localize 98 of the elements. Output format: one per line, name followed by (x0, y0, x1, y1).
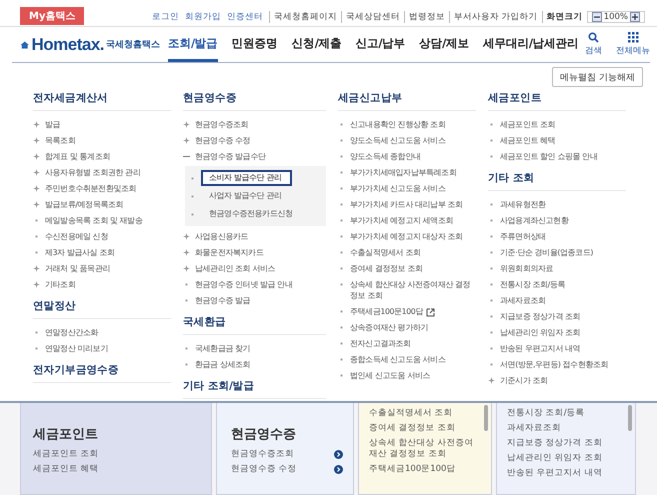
bullet-icon (488, 312, 495, 320)
bullet-icon (183, 344, 190, 352)
nav-tab[interactable]: 조회/발급 (168, 27, 218, 62)
section-title: 기타 조회/발급 (183, 377, 326, 399)
card-link[interactable]: 현금영수증조회 (231, 449, 294, 460)
bullet-icon (33, 248, 40, 256)
bullet-icon (338, 136, 345, 144)
bullet-icon (183, 280, 190, 288)
card-link[interactable]: 과세자료조회 (507, 423, 561, 434)
bullet-icon (189, 174, 196, 182)
nav-tab[interactable]: 신청/제출 (292, 27, 342, 62)
card-title: 세금포인트 (33, 426, 99, 443)
bullet-icon (33, 232, 40, 240)
section-title: 기타 조회 (488, 169, 626, 191)
bullet-icon (33, 216, 40, 224)
my-hometax-tab[interactable]: My홈택스 (20, 7, 84, 25)
card-link[interactable]: 증여세 결정정보 조회 (369, 423, 456, 434)
bullet-icon (338, 216, 345, 224)
bullet-icon (488, 120, 495, 128)
bullet-icon (488, 280, 495, 288)
card-link[interactable]: 지급보증 정상가격 조회 (507, 438, 602, 449)
section-title: 전자세금계산서 (33, 89, 171, 111)
account-link[interactable]: 로그인 (152, 11, 179, 23)
bullet-icon (488, 264, 495, 272)
logo-name: 국세청홈택스 (106, 39, 160, 51)
bullet-icon (488, 232, 495, 240)
zoom-out-button[interactable] (592, 12, 602, 22)
section-title: 국세환급 (183, 313, 326, 335)
bullet-icon (338, 120, 345, 128)
site-link[interactable]: 부서사용자 가입하기 (448, 11, 542, 23)
bullet-icon (488, 344, 495, 352)
bullet-icon (338, 264, 345, 272)
card-link[interactable]: 현금영수증 수정 (231, 464, 297, 475)
bullet-icon (338, 340, 345, 346)
external-link-icon (426, 308, 435, 316)
zoom-label: 화면크기 (542, 11, 587, 23)
bullet-icon (189, 192, 196, 200)
bullet-icon (338, 308, 345, 314)
card-link[interactable]: 주택세금100문100답 (369, 464, 456, 475)
section-title: 전자기부금영수증 (33, 361, 171, 383)
bullet-icon (488, 248, 495, 256)
card-title: 현금영수증 (231, 426, 297, 443)
section-title: 현금영수증 (183, 89, 326, 111)
logo-wordmark: Hometax. (31, 34, 104, 54)
card-link[interactable]: 수출실적명세서 조회 (369, 408, 453, 419)
bullet-icon (338, 152, 345, 160)
bullet-icon (189, 210, 196, 218)
search-icon (588, 32, 599, 43)
bullet-icon (338, 372, 345, 378)
bullet-icon (33, 328, 40, 336)
scrollbar-thumb[interactable] (628, 405, 632, 431)
bullet-icon (488, 216, 495, 224)
bullet-icon (338, 184, 345, 192)
nav-tab[interactable]: 신고/납부 (355, 27, 406, 62)
section-title: 세금포인트 (488, 89, 626, 111)
minus-icon (594, 14, 600, 20)
bullet-icon (488, 328, 495, 336)
bullet-icon (183, 296, 190, 304)
bullet-icon (488, 136, 495, 144)
bullet-icon (338, 324, 345, 330)
bullet-icon (33, 344, 40, 352)
zoom-in-button[interactable] (630, 12, 640, 22)
card-link[interactable]: 납세관리인 위임자 조회 (507, 453, 602, 464)
section-title: 세금신고납부 (338, 89, 476, 111)
bullet-icon (488, 360, 495, 368)
nav-tab[interactable]: 민원증명 (232, 27, 278, 62)
card-link[interactable]: 세금포인트 혜택 (33, 464, 99, 475)
bullet-icon (488, 296, 495, 304)
bullet-icon (338, 168, 345, 176)
bullet-icon (488, 152, 495, 160)
zoom-value: 100% (604, 12, 628, 22)
scrollbar-thumb[interactable] (484, 405, 488, 431)
site-link[interactable]: 법령정보 (404, 11, 449, 23)
nav-tab[interactable]: 상담/제보 (419, 27, 469, 62)
account-link[interactable]: 인증센터 (226, 11, 263, 23)
search-button[interactable]: 검색 (585, 32, 602, 57)
section-title: 연말정산 (33, 297, 171, 319)
card-link[interactable]: 전통시장 조회/등록 (507, 408, 585, 419)
nav-tab[interactable]: 세무대리/납세관리 (482, 27, 579, 62)
bullet-icon (338, 280, 345, 288)
bullet-icon (488, 200, 495, 208)
plus-icon (632, 14, 638, 20)
card-link[interactable]: 반송된 우편고지서 내역 (507, 468, 602, 479)
bullet-icon (338, 232, 345, 240)
card-link[interactable]: 상속세 합산대상 사전증여재산 결정정보 조회 (369, 438, 477, 460)
site-link[interactable]: 국세청홈페이지 (268, 11, 341, 23)
bullet-icon (183, 360, 190, 368)
site-link[interactable]: 국세상담센터 (340, 11, 404, 23)
all-menu-button[interactable]: 전체메뉴 (616, 32, 650, 57)
bullet-icon (338, 248, 345, 256)
card-link[interactable]: 세금포인트 조회 (33, 449, 99, 460)
menu-toggle-button[interactable]: 메뉴펼침 기능해제 (552, 67, 643, 87)
arrow-circle-icon[interactable] (334, 465, 343, 474)
account-link[interactable]: 회원가입 (184, 11, 221, 23)
arrow-circle-icon[interactable] (334, 450, 343, 459)
bullet-icon (338, 200, 345, 208)
bullet-icon (338, 356, 345, 362)
grid-icon (628, 32, 638, 43)
